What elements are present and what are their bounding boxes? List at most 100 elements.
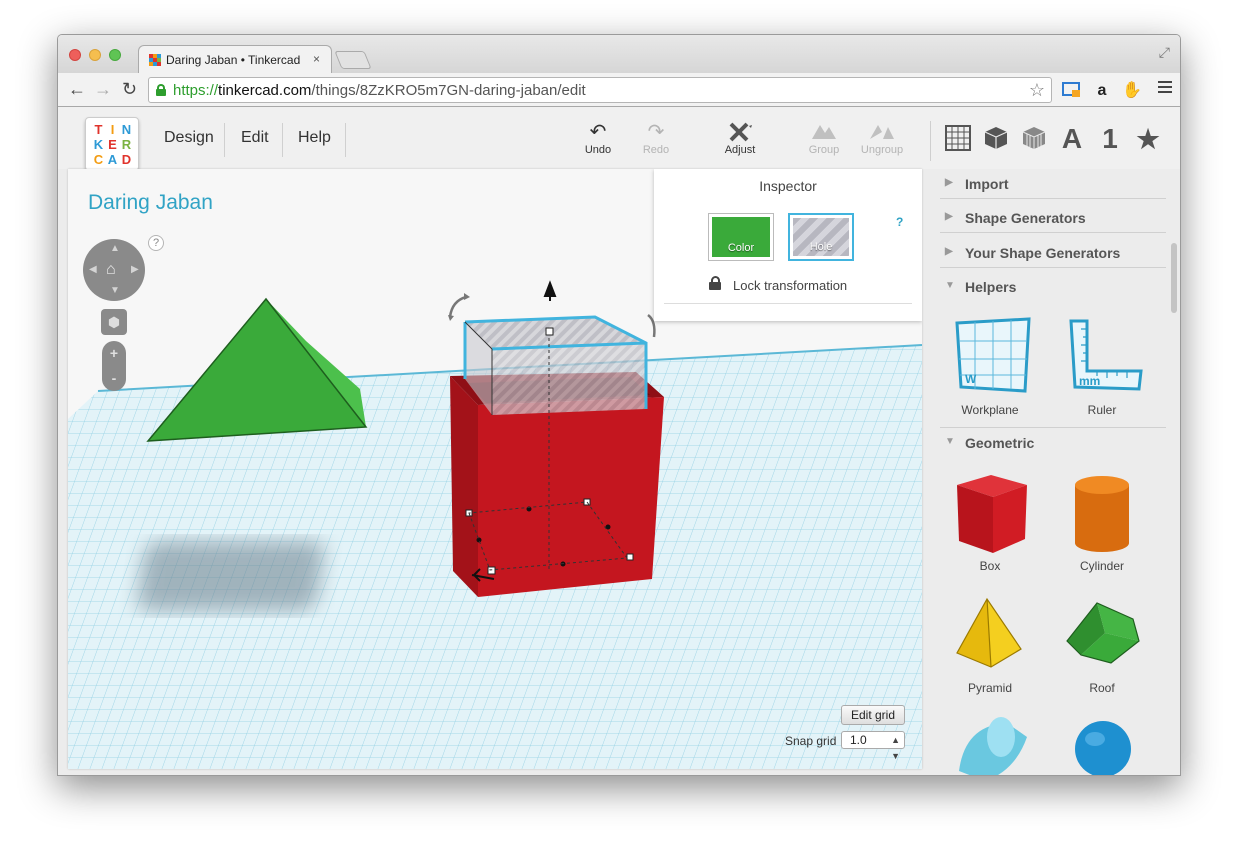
hole-swatch-label: Hole bbox=[809, 241, 833, 253]
box-shape-icon bbox=[945, 471, 1035, 557]
redo-button[interactable]: ↷ Redo bbox=[626, 121, 686, 156]
favorites-star-icon[interactable]: ★ bbox=[1134, 125, 1162, 153]
roof-shape-icon bbox=[1057, 593, 1147, 679]
orbit-right-icon[interactable]: ▶ bbox=[131, 264, 139, 275]
url-text: https://tinkercad.com/things/8ZzKRO5m7GN… bbox=[173, 82, 586, 99]
menu-edit[interactable]: Edit bbox=[241, 129, 269, 147]
browser-tab[interactable]: Daring Jaban • Tinkercad × bbox=[138, 45, 332, 73]
adjust-button[interactable]: Adjust bbox=[710, 121, 770, 156]
reload-icon[interactable]: ↻ bbox=[122, 79, 137, 99]
home-view-icon[interactable]: ⌂ bbox=[106, 261, 116, 279]
section-import[interactable]: ▶ Import bbox=[940, 169, 1166, 199]
amazon-icon[interactable]: a bbox=[1092, 81, 1112, 101]
section-helpers[interactable]: ▼ Helpers bbox=[940, 272, 1166, 302]
helper-label: Ruler bbox=[1087, 403, 1117, 417]
lock-transformation-label[interactable]: Lock transformation bbox=[733, 278, 847, 293]
section-geometric[interactable]: ▼ Geometric bbox=[940, 427, 1166, 457]
bookmark-star-icon[interactable]: ☆ bbox=[1029, 80, 1045, 101]
scrollbar-thumb[interactable] bbox=[1171, 243, 1177, 313]
zoom-out-icon[interactable]: - bbox=[102, 366, 126, 391]
logo-letter: E bbox=[108, 137, 117, 152]
shape-round-roof[interactable] bbox=[940, 715, 1040, 775]
snap-grid-value: 1.0 bbox=[850, 733, 867, 747]
extension-icon[interactable]: ✋ bbox=[1122, 81, 1142, 101]
group-button[interactable]: Group bbox=[794, 121, 854, 156]
orbit-down-icon[interactable]: ▼ bbox=[110, 285, 120, 296]
browser-toolbar: ← → ↻ https://tinkercad.com/things/8ZzKR… bbox=[58, 73, 1180, 107]
logo-letter: K bbox=[93, 137, 104, 152]
inspector-help-icon[interactable]: ? bbox=[896, 215, 903, 229]
ungroup-label: Ungroup bbox=[860, 144, 904, 156]
expanded-triangle-icon: ▼ bbox=[945, 280, 955, 291]
helper-ruler[interactable]: mm Ruler bbox=[1052, 315, 1152, 417]
shape-roof[interactable]: Roof bbox=[1052, 593, 1152, 695]
helper-workplane[interactable]: W Workplane bbox=[940, 315, 1040, 417]
shape-sphere[interactable] bbox=[1052, 715, 1152, 775]
ruler-mark: mm bbox=[1079, 374, 1100, 388]
tab-close-icon[interactable]: × bbox=[313, 52, 320, 66]
text-shapes-icon[interactable]: A bbox=[1058, 125, 1086, 153]
logo-letter: T bbox=[94, 122, 103, 137]
workplane-canvas[interactable]: Daring Jaban ? ▲ ▼ ◀ ▶ ⌂ ⬢ + - Inspector… bbox=[68, 169, 922, 769]
height-arrow-icon[interactable] bbox=[543, 280, 557, 301]
redo-label: Redo bbox=[642, 144, 670, 156]
view-help-icon[interactable]: ? bbox=[148, 235, 164, 251]
snap-grid-select[interactable]: 1.0 ▲ ▼ bbox=[841, 731, 905, 761]
inspector-panel: Inspector Color Hole ? Lock transformati… bbox=[654, 169, 922, 321]
red-box-left[interactable] bbox=[450, 376, 478, 597]
panel-scrollbar[interactable] bbox=[1170, 241, 1178, 775]
menu-help[interactable]: Help bbox=[298, 129, 331, 147]
menu-icon[interactable] bbox=[1158, 81, 1172, 96]
edit-grid-button[interactable]: Edit grid bbox=[841, 705, 906, 725]
sphere-shape-icon bbox=[1057, 715, 1147, 775]
collapsed-triangle-icon: ▶ bbox=[945, 246, 953, 257]
unlocked-padlock-icon[interactable] bbox=[709, 276, 721, 290]
tab-title: Daring Jaban • Tinkercad bbox=[166, 53, 301, 67]
shape-cylinder[interactable]: Cylinder bbox=[1052, 471, 1152, 573]
maximize-window-button[interactable] bbox=[109, 49, 121, 61]
cast-icon[interactable] bbox=[1062, 81, 1082, 101]
section-your-shape-generators[interactable]: ▶ Your Shape Generators bbox=[940, 238, 1166, 268]
menu-design[interactable]: Design bbox=[164, 129, 214, 147]
shape-box[interactable]: Box bbox=[940, 471, 1040, 573]
shape-label: Pyramid bbox=[967, 681, 1012, 695]
view-navigation-pad[interactable]: ▲ ▼ ◀ ▶ ⌂ bbox=[83, 239, 145, 301]
color-swatch-button[interactable]: Color bbox=[708, 213, 774, 261]
forward-icon[interactable]: → bbox=[94, 79, 112, 99]
address-bar[interactable]: https://tinkercad.com/things/8ZzKRO5m7GN… bbox=[148, 77, 1052, 103]
ungroup-button[interactable]: Ungroup bbox=[852, 121, 912, 156]
minimize-window-button[interactable] bbox=[89, 49, 101, 61]
tinkercad-app: TINKERCAD Design Edit Help ↶ Undo ↷ Redo… bbox=[58, 107, 1180, 775]
orbit-left-icon[interactable]: ◀ bbox=[89, 264, 97, 275]
new-tab-button[interactable] bbox=[334, 51, 372, 69]
rotate-handle-left-icon[interactable] bbox=[448, 295, 467, 318]
app-topbar: TINKERCAD Design Edit Help ↶ Undo ↷ Redo… bbox=[58, 107, 1180, 171]
fit-view-cube-icon[interactable]: ⬢ bbox=[101, 309, 127, 335]
tinkercad-favicon-icon bbox=[149, 54, 161, 66]
close-window-button[interactable] bbox=[69, 49, 81, 61]
shape-pyramid[interactable]: Pyramid bbox=[940, 593, 1040, 695]
tinkercad-logo[interactable]: TIN KER CAD bbox=[85, 117, 139, 171]
undo-button[interactable]: ↶ Undo bbox=[568, 121, 628, 156]
url-domain: tinkercad.com bbox=[218, 82, 312, 99]
red-box-front[interactable] bbox=[478, 397, 664, 597]
grid-view-icon[interactable] bbox=[944, 125, 972, 153]
menu-divider bbox=[345, 123, 346, 157]
undo-icon: ↶ bbox=[589, 121, 607, 143]
zoom-in-icon[interactable]: + bbox=[102, 341, 126, 366]
orbit-up-icon[interactable]: ▲ bbox=[110, 243, 120, 254]
adjust-label: Adjust bbox=[724, 144, 756, 156]
number-shapes-icon[interactable]: 1 bbox=[1096, 125, 1124, 153]
hole-box-front[interactable] bbox=[492, 343, 646, 415]
logo-letter: A bbox=[107, 152, 118, 167]
adjust-tools-icon bbox=[710, 121, 770, 143]
wire-cube-icon[interactable] bbox=[1020, 125, 1048, 153]
url-scheme: https:// bbox=[173, 82, 219, 99]
hole-swatch-button[interactable]: Hole bbox=[788, 213, 854, 261]
undo-label: Undo bbox=[584, 144, 612, 156]
back-icon[interactable]: ← bbox=[68, 79, 86, 99]
fullscreen-icon[interactable]: ⤢ bbox=[1159, 44, 1170, 61]
solid-cube-icon[interactable] bbox=[982, 125, 1010, 153]
design-title[interactable]: Daring Jaban bbox=[88, 191, 213, 215]
section-shape-generators[interactable]: ▶ Shape Generators bbox=[940, 203, 1166, 233]
